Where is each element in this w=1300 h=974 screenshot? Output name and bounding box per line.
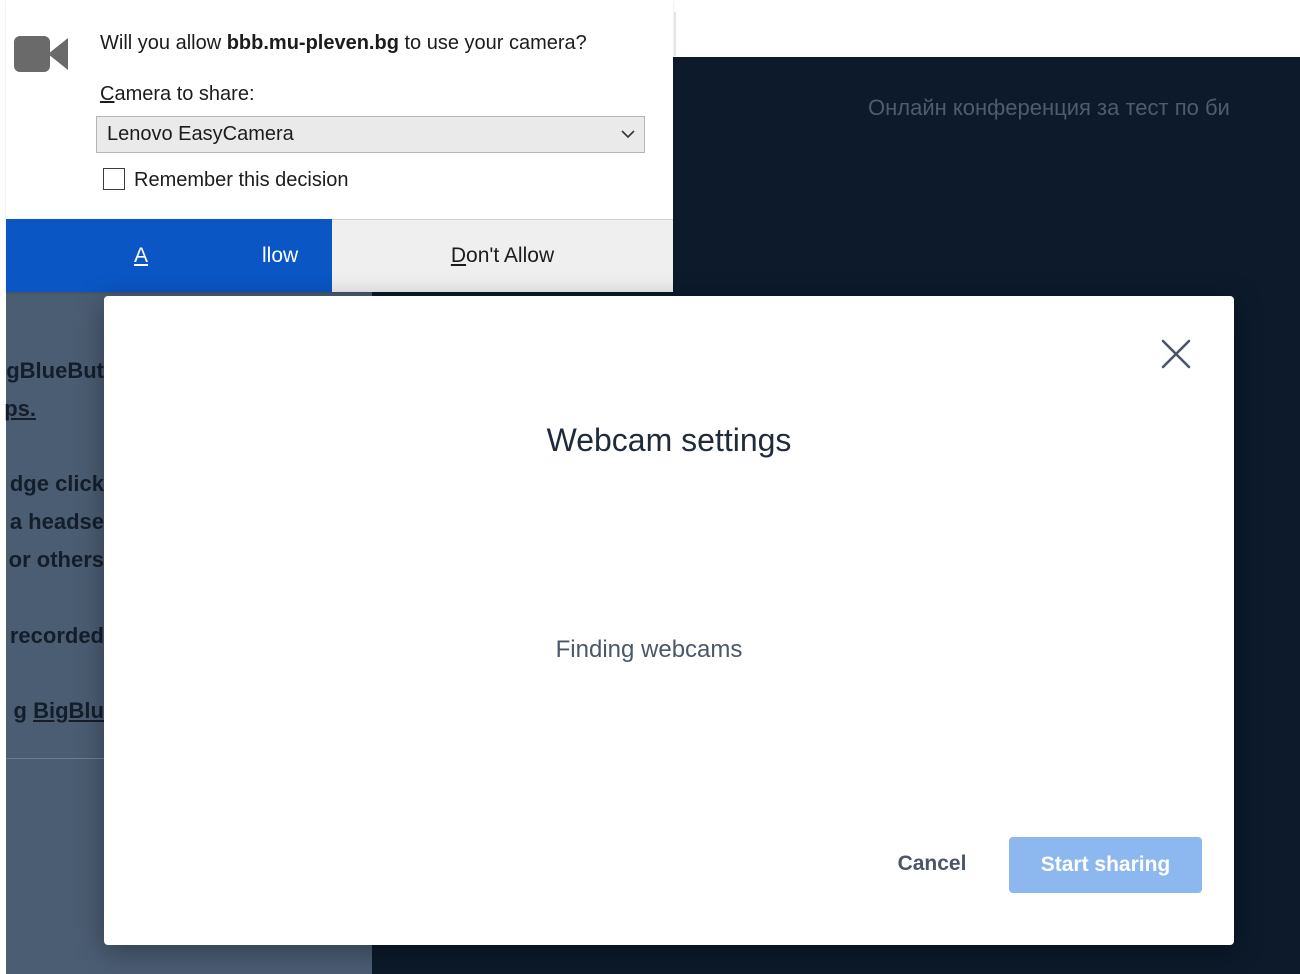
question-suffix: to use your camera?	[398, 32, 587, 54]
bigbluebutton-link[interactable]: BigBlu	[33, 698, 104, 723]
sidebar-text-line: recorded	[9, 623, 104, 648]
sidebar-text-line: gBlueBut	[6, 358, 104, 383]
sidebar-text-line: g BigBlu	[14, 696, 104, 726]
webcam-settings-modal: Webcam settings Finding webcams Cancel S…	[104, 296, 1234, 945]
camera-select-label: Camera to share:	[100, 79, 255, 109]
sidebar-text-link[interactable]: ps.	[4, 394, 36, 424]
camera-select[interactable]: Lenovo EasyCamera	[96, 116, 645, 153]
webcam-status-text: Finding webcams	[555, 636, 743, 663]
sidebar-text-line: dge click	[9, 471, 104, 496]
start-sharing-button[interactable]: Start sharing	[1009, 837, 1202, 893]
allow-button[interactable]: Allow	[6, 219, 332, 292]
permission-question: Will you allow bbb.mu-pleven.bg to use y…	[100, 28, 587, 58]
sidebar-text-prefix: g	[13, 698, 34, 723]
top-bar-divider	[674, 12, 676, 56]
sidebar-text-line: a headse	[9, 509, 104, 534]
label-text: llow	[262, 244, 299, 267]
allow-label: Allow	[134, 219, 298, 292]
chevron-down-icon	[621, 130, 635, 139]
label-text: on't Allow	[466, 244, 555, 267]
sidebar-text-line: or others	[8, 547, 104, 572]
close-icon[interactable]	[1158, 336, 1194, 372]
access-key: C	[100, 83, 115, 105]
dont-allow-button[interactable]: Don't Allow	[332, 219, 673, 292]
selected-camera: Lenovo EasyCamera	[107, 123, 294, 145]
access-key: A	[134, 244, 149, 267]
sidebar-divider	[6, 758, 104, 759]
cancel-button[interactable]: Cancel	[884, 836, 980, 892]
access-key: D	[450, 244, 467, 267]
camera-permission-prompt: Will you allow bbb.mu-pleven.bg to use y…	[6, 0, 673, 292]
sidebar-welcome-text: gBlueBut ps. dge click a headse or other…	[0, 294, 104, 774]
remember-decision-checkbox[interactable]	[103, 168, 125, 190]
conference-title: Онлайн конференция за тест по би	[868, 95, 1230, 120]
requesting-domain: bbb.mu-pleven.bg	[226, 32, 399, 54]
label-text: amera to share:	[114, 83, 255, 105]
remember-decision-label[interactable]: Remember this decision	[134, 165, 349, 195]
modal-title: Webcam settings	[546, 422, 792, 458]
camera-icon	[14, 36, 68, 72]
question-prefix: Will you allow	[100, 32, 227, 54]
